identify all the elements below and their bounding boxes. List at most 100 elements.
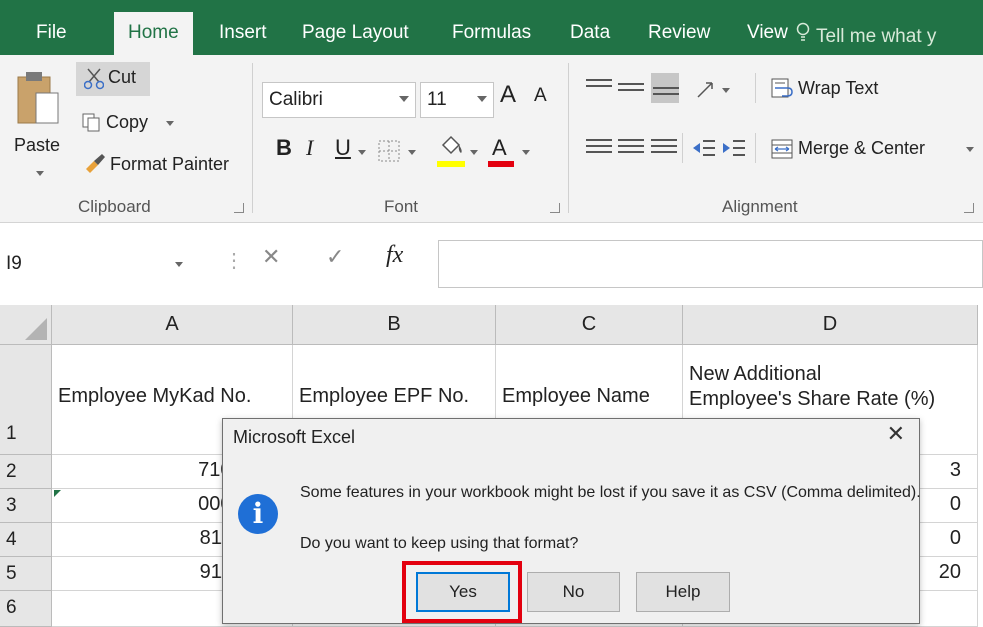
group-separator: [682, 133, 683, 163]
grow-font-button[interactable]: A: [500, 81, 516, 109]
align-center-icon[interactable]: [618, 139, 644, 161]
tab-view[interactable]: View: [747, 22, 788, 44]
fill-color-button[interactable]: [437, 135, 465, 164]
fill-color-dropdown-icon[interactable]: [470, 150, 478, 155]
chevron-down-icon: [399, 96, 409, 102]
error-indicator-icon: [54, 490, 61, 497]
copy-dropdown-icon[interactable]: [166, 121, 174, 126]
paste-dropdown-icon[interactable]: [36, 171, 44, 176]
align-left-icon[interactable]: [586, 139, 612, 161]
tab-insert[interactable]: Insert: [219, 22, 267, 44]
font-size-select[interactable]: 11: [420, 82, 494, 118]
bottom-align-button[interactable]: [651, 73, 679, 103]
help-button[interactable]: Help: [636, 572, 730, 612]
tab-formulas[interactable]: Formulas: [452, 22, 531, 44]
middle-align-icon[interactable]: [618, 83, 644, 105]
merge-center-label: Merge & Center: [798, 138, 926, 158]
formula-input[interactable]: [438, 240, 983, 288]
save-as-csv-dialog: Microsoft Excel ✕ i Some features in you…: [222, 418, 921, 624]
chevron-down-icon: [175, 262, 183, 267]
fill-color-swatch: [437, 161, 465, 167]
no-button[interactable]: No: [527, 572, 620, 612]
borders-icon[interactable]: [377, 139, 401, 168]
tab-page-layout[interactable]: Page Layout: [302, 22, 409, 44]
insert-function-button[interactable]: fx: [386, 242, 403, 269]
row-header-1[interactable]: 1: [0, 345, 52, 455]
bottom-align-icon: [653, 87, 679, 109]
select-all-icon: [25, 318, 47, 340]
info-icon: i: [238, 494, 278, 534]
italic-button[interactable]: I: [306, 135, 313, 161]
font-group-label: Font: [384, 197, 419, 216]
merge-cells-icon: [770, 139, 794, 165]
format-painter-label: Format Painter: [110, 154, 230, 174]
merge-center-dropdown-icon[interactable]: [966, 147, 974, 152]
orientation-dropdown-icon[interactable]: [722, 88, 730, 93]
font-name-select[interactable]: Calibri: [262, 82, 416, 118]
yes-button-highlight-box: [402, 561, 522, 623]
bold-button[interactable]: B: [276, 135, 292, 161]
group-separator: [755, 133, 756, 163]
name-box-value: I9: [6, 253, 22, 274]
dialog-title: Microsoft Excel: [233, 427, 356, 447]
column-header-c[interactable]: C: [496, 305, 683, 345]
underline-button[interactable]: U: [335, 135, 351, 161]
row-header-6[interactable]: 6: [0, 591, 52, 627]
column-header-a[interactable]: A: [52, 305, 293, 345]
paste-label: Paste: [14, 135, 61, 155]
tab-home[interactable]: Home: [114, 12, 193, 55]
alignment-launcher-icon[interactable]: [964, 203, 974, 213]
row-header-3[interactable]: 3: [0, 489, 52, 523]
ribbon-tab-bar: File Home Insert Page Layout Formulas Da…: [0, 0, 983, 55]
orientation-icon[interactable]: [694, 77, 718, 106]
group-separator: [252, 63, 253, 213]
wrap-text-button[interactable]: Wrap Text: [770, 77, 878, 106]
tab-review[interactable]: Review: [648, 22, 710, 44]
tell-me-box[interactable]: Tell me what y: [796, 22, 936, 48]
font-size-value: 11: [427, 89, 447, 110]
cut-button[interactable]: Cut: [76, 62, 150, 96]
font-color-swatch: [488, 161, 514, 167]
shrink-font-button[interactable]: A: [534, 85, 547, 107]
clipboard-launcher-icon[interactable]: [234, 203, 244, 213]
dialog-message-warning: Some features in your workbook might be …: [300, 484, 921, 501]
name-box[interactable]: I9: [0, 244, 195, 284]
lightbulb-icon: [796, 22, 810, 48]
tell-me-text: Tell me what y: [816, 26, 937, 47]
row-header-4[interactable]: 4: [0, 523, 52, 557]
paste-icon: [17, 72, 59, 124]
top-align-icon[interactable]: [586, 79, 612, 101]
font-color-dropdown-icon[interactable]: [522, 150, 530, 155]
tab-file[interactable]: File: [36, 22, 67, 44]
scissors-icon: [83, 68, 105, 95]
close-icon[interactable]: ✕: [887, 421, 905, 447]
column-header-d[interactable]: D: [683, 305, 978, 345]
chevron-down-icon: [477, 96, 487, 102]
group-separator: [568, 63, 569, 213]
increase-indent-icon[interactable]: [722, 137, 746, 164]
paintbrush-icon: [84, 153, 106, 178]
align-right-icon[interactable]: [651, 139, 677, 161]
underline-dropdown-icon[interactable]: [358, 150, 366, 155]
ribbon: Paste Cut Copy Format Painter Clipboard …: [0, 55, 983, 223]
vertical-dots-icon: ⋮: [224, 250, 244, 272]
decrease-indent-icon[interactable]: [692, 137, 716, 164]
font-name-value: Calibri: [269, 89, 323, 110]
cut-label: Cut: [108, 67, 137, 87]
merge-center-button[interactable]: Merge & Center: [770, 137, 974, 166]
group-separator: [755, 73, 756, 103]
tab-data[interactable]: Data: [570, 22, 610, 44]
enter-icon[interactable]: ✓: [326, 244, 344, 270]
borders-dropdown-icon[interactable]: [408, 150, 416, 155]
font-color-button[interactable]: A: [492, 135, 507, 161]
row-header-2[interactable]: 2: [0, 455, 52, 489]
select-all-button[interactable]: [0, 305, 52, 345]
clipboard-group-label: Clipboard: [78, 197, 151, 216]
row-header-5[interactable]: 5: [0, 557, 52, 591]
font-launcher-icon[interactable]: [550, 203, 560, 213]
wrap-text-icon: [770, 78, 794, 105]
cancel-icon[interactable]: ✕: [262, 244, 280, 270]
column-header-b[interactable]: B: [293, 305, 496, 345]
header-share-line2: Employee's Share Rate (%): [689, 388, 936, 410]
copy-icon: [82, 113, 100, 138]
